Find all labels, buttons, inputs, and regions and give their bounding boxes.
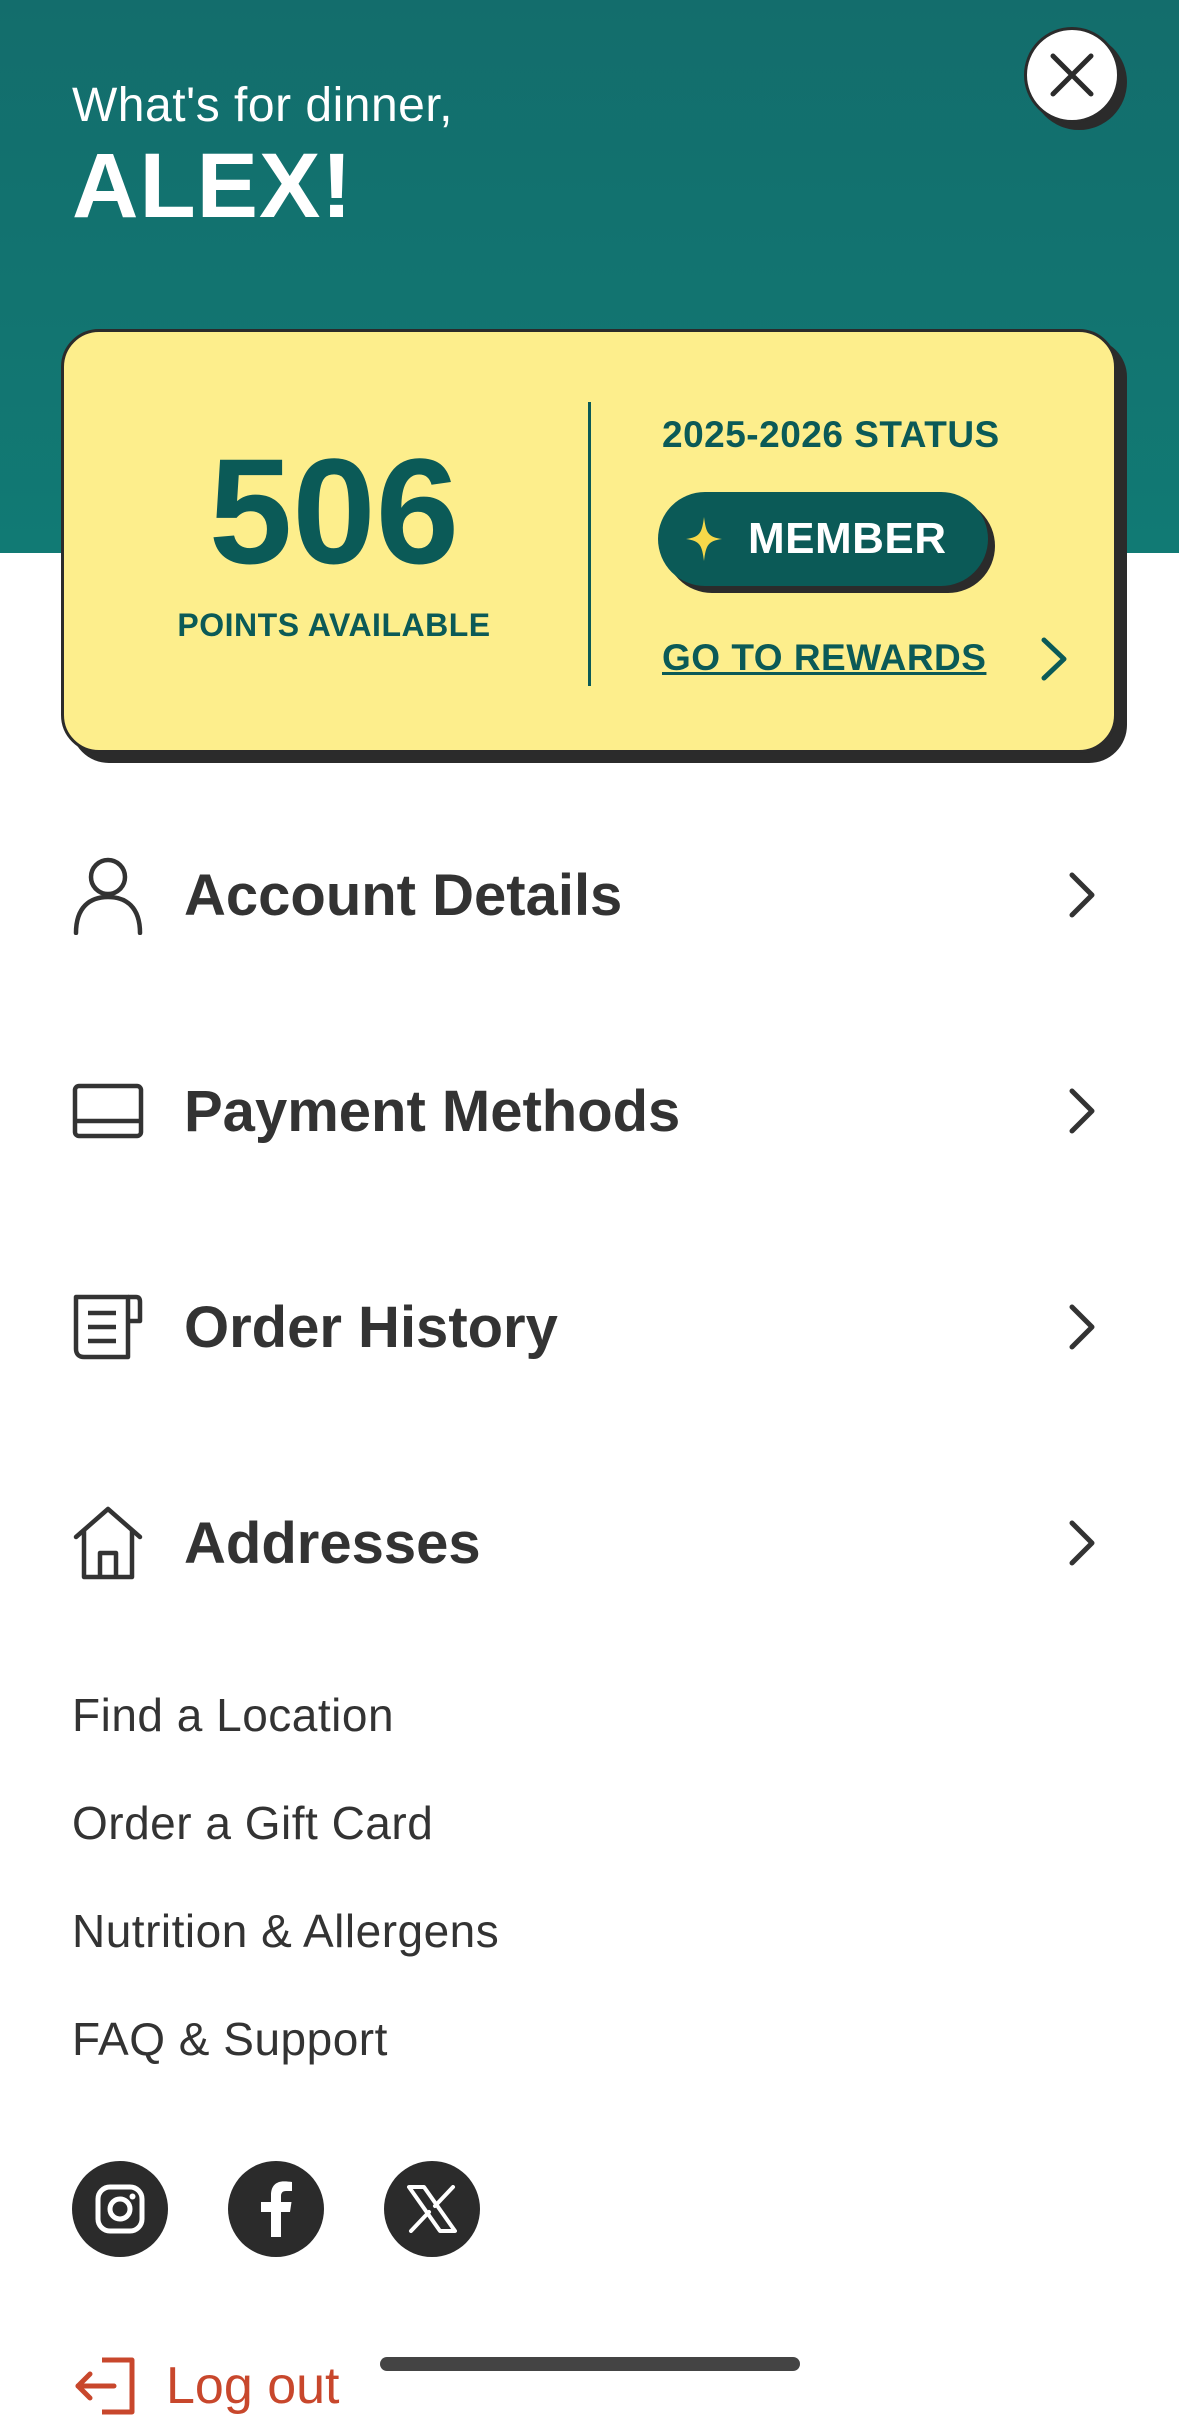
x-icon <box>407 2185 457 2233</box>
menu-item-addresses[interactable]: Addresses <box>72 1493 1102 1593</box>
link-gift-card[interactable]: Order a Gift Card <box>72 1796 433 1850</box>
user-icon <box>72 855 144 935</box>
close-button[interactable] <box>1024 27 1120 123</box>
menu-item-order-history[interactable]: Order History <box>72 1277 1102 1377</box>
chevron-right-icon <box>1062 1513 1102 1573</box>
close-icon <box>1050 53 1094 97</box>
status-label: 2025-2026 STATUS <box>662 414 1000 455</box>
instagram-button[interactable] <box>72 2161 168 2257</box>
menu-item-label: Order History <box>184 1294 558 1360</box>
go-to-rewards-link[interactable]: GO TO REWARDS <box>662 637 986 679</box>
menu-item-payment-methods[interactable]: Payment Methods <box>72 1061 1102 1161</box>
points-value: 506 <box>208 427 460 595</box>
menu-item-label: Payment Methods <box>184 1078 681 1144</box>
menu-item-label: Addresses <box>184 1510 481 1576</box>
x-button[interactable] <box>384 2161 480 2257</box>
member-tier-label: MEMBER <box>748 514 947 563</box>
link-find-location[interactable]: Find a Location <box>72 1688 394 1742</box>
instagram-icon <box>95 2184 145 2234</box>
receipt-icon <box>72 1287 144 1367</box>
logout-icon <box>75 2357 135 2415</box>
facebook-button[interactable] <box>228 2161 324 2257</box>
chevron-right-icon <box>1062 1081 1102 1141</box>
card-icon <box>72 1071 144 1151</box>
chevron-right-icon <box>1062 1297 1102 1357</box>
logout-button[interactable]: Log out <box>72 2356 340 2416</box>
points-label: POINTS AVAILABLE <box>177 607 491 643</box>
home-icon <box>72 1503 144 1583</box>
menu-item-account-details[interactable]: Account Details <box>72 845 1102 945</box>
chevron-right-icon[interactable] <box>1036 634 1072 684</box>
link-faq-support[interactable]: FAQ & Support <box>72 2012 388 2066</box>
greeting-text: What's for dinner, <box>72 79 453 132</box>
sparkle-icon <box>686 517 722 561</box>
menu-item-label: Account Details <box>184 862 623 928</box>
member-badge: MEMBER <box>658 492 988 586</box>
card-divider <box>588 402 591 686</box>
chevron-right-icon <box>1062 865 1102 925</box>
logout-label: Log out <box>166 2357 340 2415</box>
rewards-card: 506 POINTS AVAILABLE 2025-2026 STATUS ME… <box>61 329 1117 753</box>
link-nutrition-allergens[interactable]: Nutrition & Allergens <box>72 1904 499 1958</box>
facebook-icon <box>261 2181 292 2237</box>
user-name: ALEX! <box>72 135 353 237</box>
home-indicator[interactable] <box>380 2357 800 2371</box>
